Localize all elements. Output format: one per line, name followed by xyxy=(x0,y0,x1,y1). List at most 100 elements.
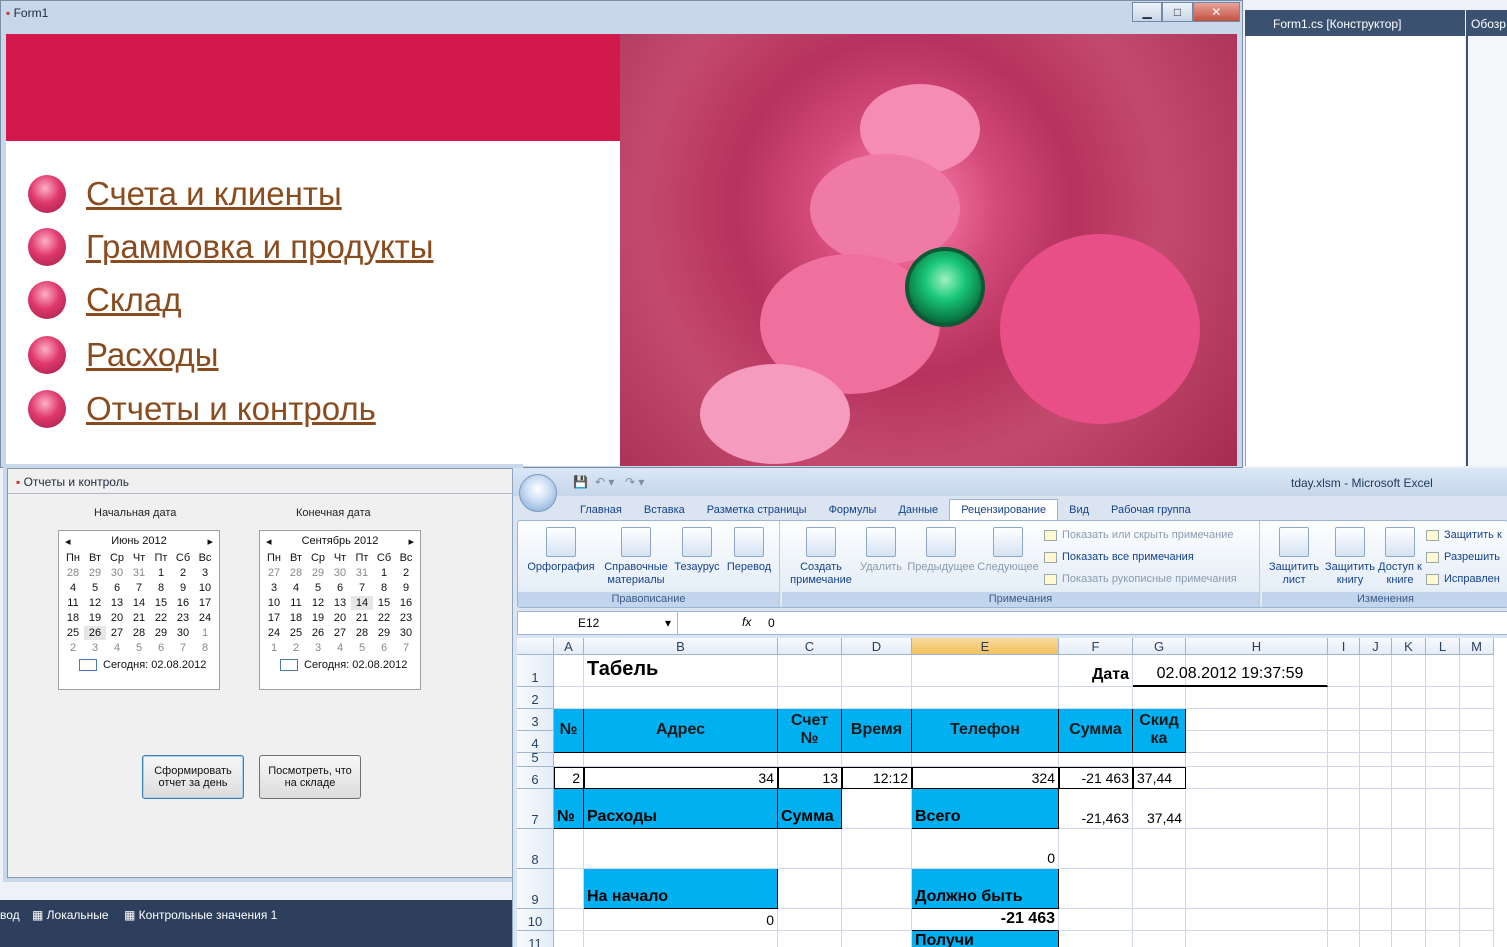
grid-cell[interactable] xyxy=(1426,767,1460,789)
calendar-day[interactable]: 10 xyxy=(263,596,285,610)
menu-link-warehouse[interactable]: Склад xyxy=(86,281,182,319)
thesaurus-button[interactable]: Тезаурус xyxy=(672,527,722,574)
calendar-day[interactable]: 1 xyxy=(150,566,172,580)
cell-r6-time[interactable]: 12:12 xyxy=(842,767,912,789)
calendar-day[interactable]: 20 xyxy=(329,611,351,625)
grid-cell[interactable] xyxy=(1426,789,1460,829)
generate-report-button[interactable]: Сформировать отчет за день xyxy=(142,755,244,799)
grid-cell[interactable] xyxy=(778,829,842,869)
calendar-day[interactable]: 30 xyxy=(106,566,128,580)
menu-item-weights[interactable]: Граммовка и продукты xyxy=(28,228,434,266)
grid-cell[interactable] xyxy=(912,753,1059,767)
grid-cell[interactable] xyxy=(554,869,584,909)
grid-cell[interactable] xyxy=(1460,687,1494,709)
calendar-day[interactable]: 27 xyxy=(263,566,285,580)
grid-cell[interactable] xyxy=(1392,709,1426,731)
grid-cell[interactable] xyxy=(1460,909,1494,931)
cell-r8-total[interactable]: 0 xyxy=(912,829,1059,869)
save-icon[interactable]: 💾 xyxy=(573,475,588,489)
calendar-day[interactable]: 3 xyxy=(307,641,329,655)
row-header-3[interactable]: 3 xyxy=(517,709,554,731)
grid-cell[interactable] xyxy=(1360,753,1392,767)
grid-cell[interactable] xyxy=(1133,829,1186,869)
calendar-day[interactable]: 28 xyxy=(351,626,373,640)
column-header-i[interactable]: I xyxy=(1328,638,1360,655)
column-header-c[interactable]: C xyxy=(778,638,842,655)
grid-cell[interactable] xyxy=(1328,869,1360,909)
header-discount[interactable]: Скид ка xyxy=(1133,709,1186,753)
grid-cell[interactable] xyxy=(842,789,912,829)
cell-r10-expected[interactable]: -21 463 xyxy=(912,909,1059,931)
grid-cell[interactable] xyxy=(1460,931,1494,947)
grid-cell[interactable] xyxy=(584,931,778,947)
calendar-day[interactable]: 4 xyxy=(329,641,351,655)
grid-cell[interactable] xyxy=(1328,753,1360,767)
grid-cell[interactable] xyxy=(1360,829,1392,869)
calendar-day[interactable]: 29 xyxy=(84,566,106,580)
dropdown-icon[interactable]: ▾ xyxy=(665,616,671,630)
calendar-day[interactable]: 26 xyxy=(84,626,106,640)
grid-cell[interactable] xyxy=(1328,687,1360,709)
grid-cell[interactable] xyxy=(1186,869,1328,909)
next-month-icon[interactable]: ▸ xyxy=(207,535,213,551)
calendar-day[interactable]: 26 xyxy=(307,626,329,640)
cell-title[interactable]: Табель xyxy=(584,655,778,687)
calendar-day[interactable]: 28 xyxy=(128,626,150,640)
grid-cell[interactable] xyxy=(1360,869,1392,909)
calendar-day[interactable]: 7 xyxy=(351,581,373,595)
grid-cell[interactable] xyxy=(1426,931,1460,947)
grid-cell[interactable] xyxy=(1426,709,1460,731)
cell-date-label[interactable]: Дата xyxy=(1059,655,1133,687)
calendar-day[interactable]: 16 xyxy=(172,596,194,610)
calendar-day[interactable]: 31 xyxy=(351,566,373,580)
prev-month-icon[interactable]: ◂ xyxy=(65,535,71,551)
show-ink[interactable]: Показать рукописные примечания xyxy=(1044,573,1237,585)
calendar-day[interactable]: 5 xyxy=(84,581,106,595)
grid-cell[interactable] xyxy=(1360,687,1392,709)
tab-review[interactable]: Рецензирование xyxy=(949,499,1059,520)
grid-cell[interactable] xyxy=(584,753,778,767)
calendar-day[interactable]: 20 xyxy=(106,611,128,625)
column-header-a[interactable]: A xyxy=(554,638,584,655)
grid-cell[interactable] xyxy=(912,687,1059,709)
cell-r7-total[interactable]: Всего xyxy=(912,789,1059,829)
menu-link-reports[interactable]: Отчеты и контроль xyxy=(86,390,376,428)
calendar-day[interactable]: 9 xyxy=(172,581,194,595)
maximize-button[interactable]: □ xyxy=(1162,2,1193,22)
menu-link-accounts[interactable]: Счета и клиенты xyxy=(86,175,342,213)
show-all-comments[interactable]: Показать все примечания xyxy=(1044,551,1194,563)
menu-link-weights[interactable]: Граммовка и продукты xyxy=(86,228,434,266)
calendar-day[interactable]: 10 xyxy=(194,581,216,595)
header-address[interactable]: Адрес xyxy=(584,709,778,753)
header-phone[interactable]: Телефон xyxy=(912,709,1059,753)
column-header-d[interactable]: D xyxy=(842,638,912,655)
grid-cell[interactable] xyxy=(1059,909,1133,931)
grid-cell[interactable] xyxy=(1186,767,1328,789)
grid-cell[interactable] xyxy=(842,753,912,767)
grid-cell[interactable] xyxy=(554,655,584,687)
grid-cell[interactable] xyxy=(1059,931,1133,947)
grid-cell[interactable] xyxy=(1392,767,1426,789)
cell-r9-start[interactable]: На начало xyxy=(584,869,778,909)
cell-r6-number[interactable]: 2 xyxy=(554,767,584,789)
calendar-day[interactable]: 29 xyxy=(150,626,172,640)
new-comment-button[interactable]: Создать примечание xyxy=(786,527,856,587)
cell-r7-sum-value[interactable]: -21,463 xyxy=(1059,789,1133,829)
tab-page-layout[interactable]: Разметка страницы xyxy=(696,500,818,520)
tab-home[interactable]: Главная xyxy=(569,500,633,520)
formula-input[interactable]: 0 xyxy=(768,616,775,630)
calendar-day[interactable]: 12 xyxy=(307,596,329,610)
calendar-day[interactable]: 5 xyxy=(128,641,150,655)
green-orb-button[interactable] xyxy=(905,247,985,327)
calendar-day[interactable]: 28 xyxy=(285,566,307,580)
grid-cell[interactable] xyxy=(1426,869,1460,909)
undo-icon[interactable]: ↶ ▾ xyxy=(595,475,614,489)
select-all-corner[interactable] xyxy=(517,638,554,655)
calendar-day[interactable]: 21 xyxy=(128,611,150,625)
calendar-day[interactable]: 29 xyxy=(373,626,395,640)
grid-cell[interactable] xyxy=(1460,753,1494,767)
start-calendar[interactable]: ◂ Июнь 2012 ▸ Пн Вт Ср Чт Пт Сб Вс 28 29 30 31 1 2 3 4 5 6… xyxy=(58,530,220,690)
watch-tab[interactable]: ▦ Контрольные значения 1 xyxy=(124,908,277,922)
calendar-day[interactable]: 4 xyxy=(285,581,307,595)
grid-cell[interactable] xyxy=(554,753,584,767)
